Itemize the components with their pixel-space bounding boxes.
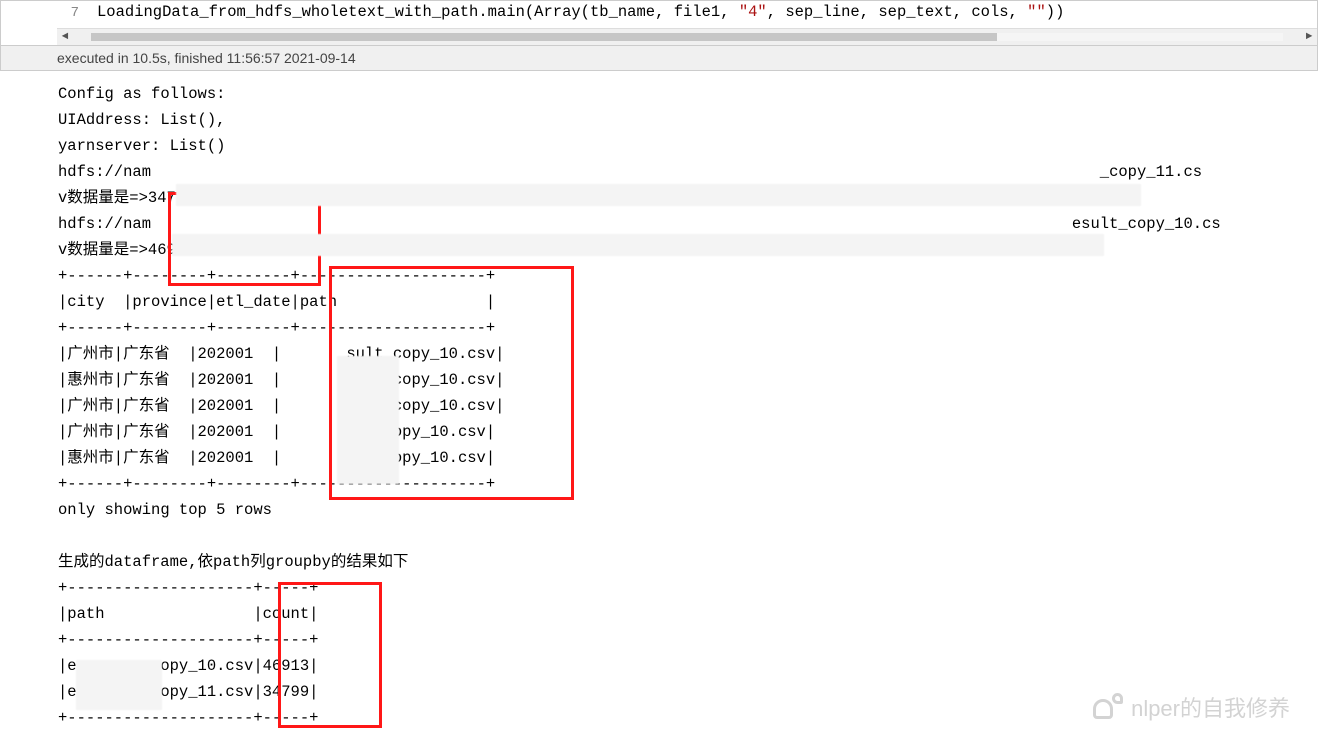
horizontal-scrollbar[interactable]: ◄ ► [57,28,1317,45]
line-number: 7 [57,2,97,24]
execution-status-bar: executed in 10.5s, finished 11:56:57 202… [0,46,1318,71]
scroll-left-icon[interactable]: ◄ [57,31,73,43]
scroll-thumb[interactable] [91,33,997,41]
code-frag-a: LoadingData_from_hdfs_wholetext_with_pat… [97,3,739,21]
execution-status-text: executed in 10.5s, finished 11:56:57 202… [57,50,356,66]
code-cell: 7 LoadingData_from_hdfs_wholetext_with_p… [0,0,1318,46]
watermark-text: nlper的自我修养 [1131,691,1290,723]
string-literal-4: "4" [739,3,767,21]
watermark: nlper的自我修养 [1093,691,1290,723]
output-area: Config as follows: UIAddress: List(), ya… [58,71,1318,731]
string-literal-empty: "" [1027,3,1046,21]
code-frag-b: , sep_line, sep_text, cols, [767,3,1027,21]
wechat-icon [1093,693,1121,721]
code-frag-c: )) [1046,3,1065,21]
scroll-track[interactable] [91,33,1283,41]
code-text[interactable]: LoadingData_from_hdfs_wholetext_with_pat… [97,1,1064,23]
scroll-right-icon[interactable]: ► [1301,31,1317,43]
code-line-7: 7 LoadingData_from_hdfs_wholetext_with_p… [57,1,1317,24]
